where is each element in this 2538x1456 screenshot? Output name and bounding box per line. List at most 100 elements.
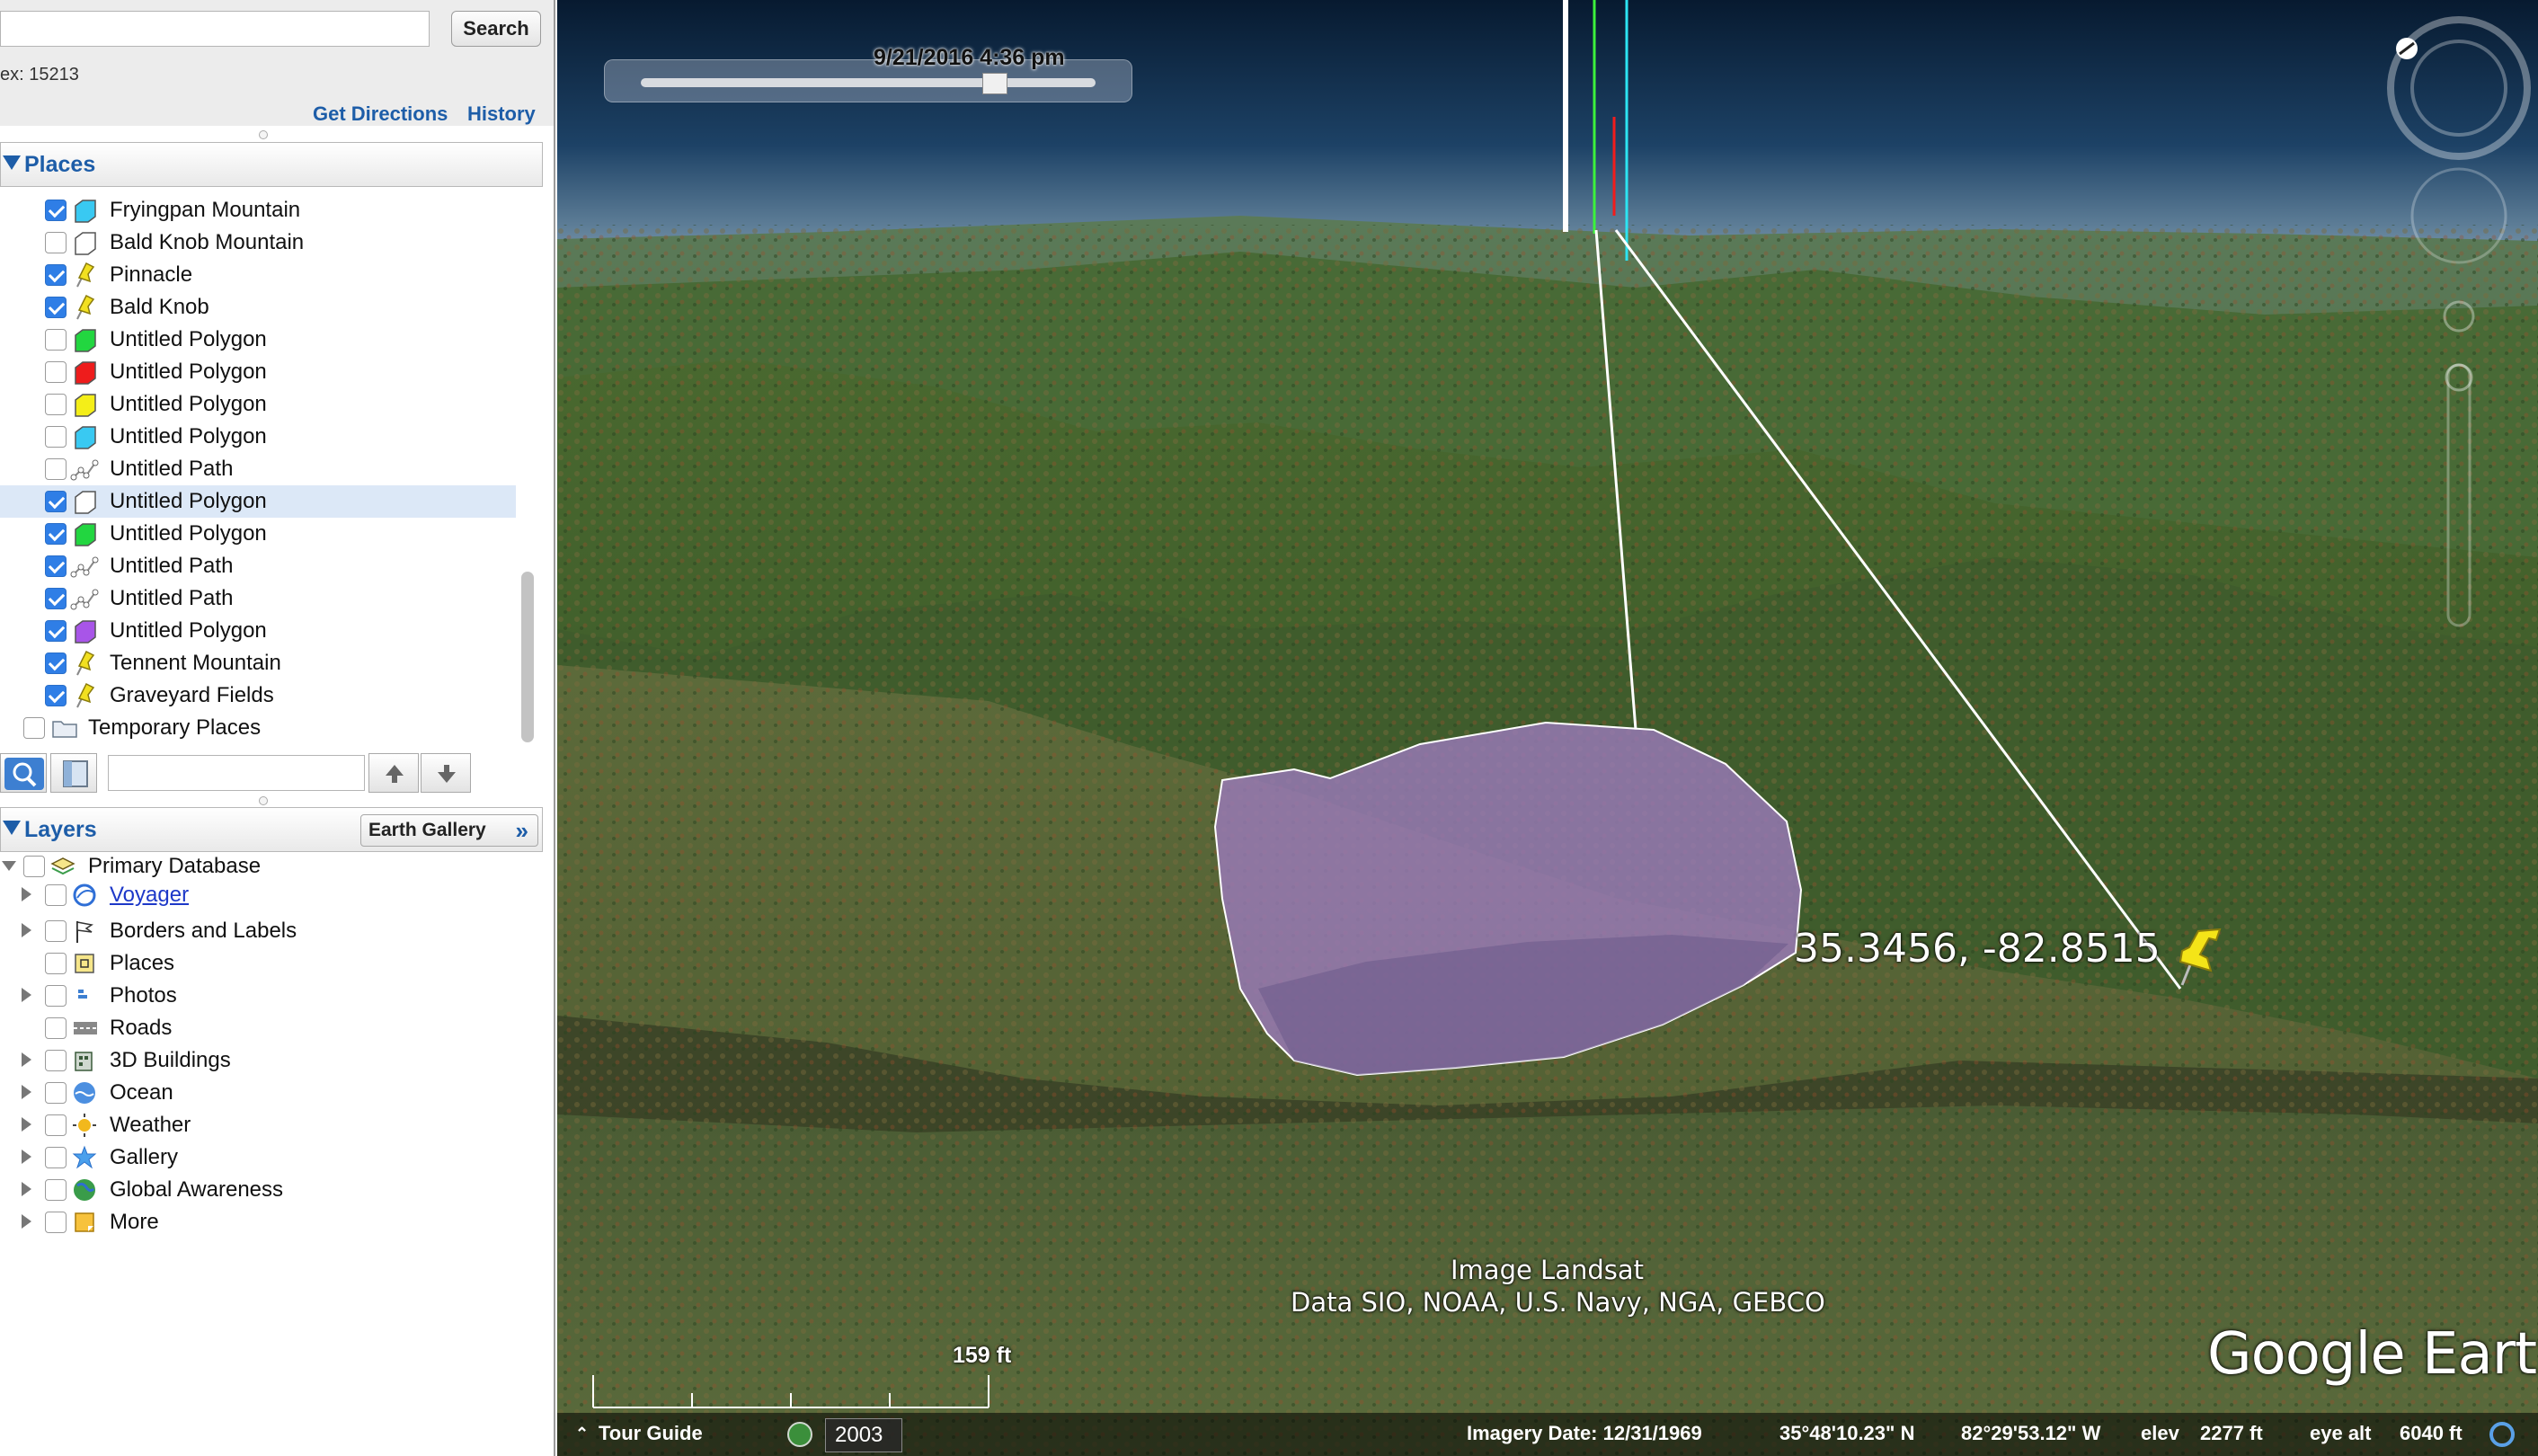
google-earth-logo: Google Earth: [2207, 1321, 2538, 1388]
north-compass-icon[interactable]: [2396, 38, 2418, 59]
temporary-places-checkbox[interactable]: [23, 717, 45, 739]
places-item[interactable]: Untitled Polygon: [0, 518, 516, 550]
layer-item[interactable]: 3D Buildings: [0, 1044, 516, 1077]
expand-triangle-icon[interactable]: [22, 1052, 31, 1067]
places-item-checkbox[interactable]: [45, 555, 67, 577]
layer-checkbox[interactable]: [45, 1147, 67, 1168]
places-item-checkbox[interactable]: [45, 264, 67, 286]
places-item[interactable]: Untitled Polygon: [0, 356, 516, 388]
primary-database-item[interactable]: Primary Database: [0, 850, 516, 883]
places-item-checkbox[interactable]: [45, 200, 67, 221]
layer-item[interactable]: Places: [0, 947, 516, 980]
path-icon: [70, 459, 99, 481]
places-item[interactable]: Untitled Polygon: [0, 421, 516, 453]
earth-gallery-button[interactable]: Earth Gallery »: [360, 814, 538, 847]
layer-label: 3D Buildings: [110, 1048, 231, 1072]
expand-triangle-icon[interactable]: [22, 1214, 31, 1229]
layer-item[interactable]: Borders and Labels: [0, 915, 516, 947]
layer-item[interactable]: Ocean: [0, 1077, 516, 1109]
move-up-button[interactable]: [368, 753, 419, 793]
places-filter-input[interactable]: [108, 755, 365, 791]
expand-triangle-icon[interactable]: [22, 1085, 31, 1099]
layer-checkbox[interactable]: [45, 920, 67, 942]
places-item[interactable]: Pinnacle: [0, 259, 516, 291]
places-item[interactable]: Untitled Polygon: [0, 388, 516, 421]
layers-header[interactable]: Layers Earth Gallery »: [0, 807, 543, 852]
places-item[interactable]: Untitled Polygon: [0, 615, 516, 647]
buildings-icon: [75, 1052, 93, 1071]
layer-checkbox[interactable]: [45, 1114, 67, 1136]
places-item[interactable]: Tennent Mountain: [0, 647, 516, 679]
places-item-checkbox[interactable]: [45, 297, 67, 318]
places-item[interactable]: Fryingpan Mountain: [0, 194, 516, 226]
places-item[interactable]: Untitled Path: [0, 453, 516, 485]
places-item-checkbox[interactable]: [45, 620, 67, 642]
places-item-checkbox[interactable]: [45, 458, 67, 480]
clock-icon[interactable]: [787, 1422, 812, 1447]
places-item-checkbox[interactable]: [45, 491, 67, 512]
expand-triangle-icon[interactable]: [22, 1150, 31, 1164]
caret-up-icon[interactable]: ⌃: [575, 1425, 589, 1443]
expand-triangle-icon[interactable]: [22, 1182, 31, 1196]
places-scrollbar[interactable]: [521, 572, 534, 742]
places-item-checkbox[interactable]: [45, 232, 67, 253]
search-button[interactable]: Search: [451, 11, 541, 47]
layer-checkbox[interactable]: [45, 1082, 67, 1104]
places-toolbar: [0, 750, 543, 796]
layer-label[interactable]: Voyager: [110, 883, 189, 908]
places-item-checkbox[interactable]: [45, 394, 67, 415]
layer-checkbox[interactable]: [45, 1050, 67, 1071]
layer-item[interactable]: Photos: [0, 980, 516, 1012]
places-item[interactable]: Bald Knob: [0, 291, 516, 324]
places-header[interactable]: Places: [0, 142, 543, 187]
layer-checkbox[interactable]: [45, 1017, 67, 1039]
layer-item[interactable]: Voyager: [0, 879, 516, 911]
time-slider-thumb[interactable]: [982, 73, 1007, 94]
places-item-checkbox[interactable]: [45, 361, 67, 383]
pushpin-icon: [76, 682, 95, 708]
search-input[interactable]: [0, 11, 430, 47]
tour-guide-button[interactable]: Tour Guide: [599, 1422, 703, 1445]
layer-item[interactable]: Roads: [0, 1012, 516, 1044]
search-places-button[interactable]: [0, 753, 47, 793]
history-link[interactable]: History: [467, 102, 536, 126]
layer-checkbox[interactable]: [45, 1212, 67, 1233]
layer-checkbox[interactable]: [45, 1179, 67, 1201]
toggle-panel-button[interactable]: [50, 753, 97, 793]
places-item[interactable]: Bald Knob Mountain: [0, 226, 516, 259]
coordinate-label: 35.3456, -82.8515: [1794, 926, 2161, 972]
expand-triangle-icon[interactable]: [22, 923, 31, 937]
places-item-checkbox[interactable]: [45, 523, 67, 545]
layer-checkbox[interactable]: [45, 884, 67, 906]
layer-checkbox[interactable]: [45, 953, 67, 974]
places-item[interactable]: Untitled Path: [0, 550, 516, 582]
expand-triangle-icon[interactable]: [22, 887, 31, 901]
places-item-checkbox[interactable]: [45, 653, 67, 674]
layer-checkbox[interactable]: [45, 985, 67, 1007]
places-item-checkbox[interactable]: [45, 329, 67, 351]
primary-database-checkbox[interactable]: [23, 856, 45, 877]
places-item-checkbox[interactable]: [45, 685, 67, 706]
temporary-places-item[interactable]: Temporary Places: [0, 712, 516, 742]
expand-triangle-icon[interactable]: [22, 1117, 31, 1132]
layer-item[interactable]: More: [0, 1206, 516, 1238]
time-slider-track[interactable]: [641, 78, 1096, 87]
move-down-button[interactable]: [421, 753, 471, 793]
expand-triangle-icon[interactable]: [22, 988, 31, 1002]
path-icon: [70, 589, 99, 610]
places-item[interactable]: Graveyard Fields: [0, 679, 516, 712]
layer-item[interactable]: Gallery: [0, 1141, 516, 1174]
get-directions-link[interactable]: Get Directions: [313, 102, 448, 126]
places-item[interactable]: Untitled Polygon: [0, 485, 516, 518]
places-item[interactable]: Untitled Polygon: [0, 324, 516, 356]
layer-item[interactable]: Weather: [0, 1109, 516, 1141]
places-item-checkbox[interactable]: [45, 588, 67, 609]
year-box[interactable]: 2003: [825, 1418, 902, 1452]
earth-view[interactable]: 9/21/2016 4:36 pm 35.3456, -82.8515 Imag…: [557, 0, 2538, 1456]
places-item[interactable]: Untitled Path: [0, 582, 516, 615]
expand-triangle-icon[interactable]: [2, 861, 16, 871]
places-item-checkbox[interactable]: [45, 426, 67, 448]
search-resize-handle[interactable]: [259, 130, 268, 139]
layer-item[interactable]: Global Awareness: [0, 1174, 516, 1206]
places-resize-handle[interactable]: [259, 796, 268, 805]
